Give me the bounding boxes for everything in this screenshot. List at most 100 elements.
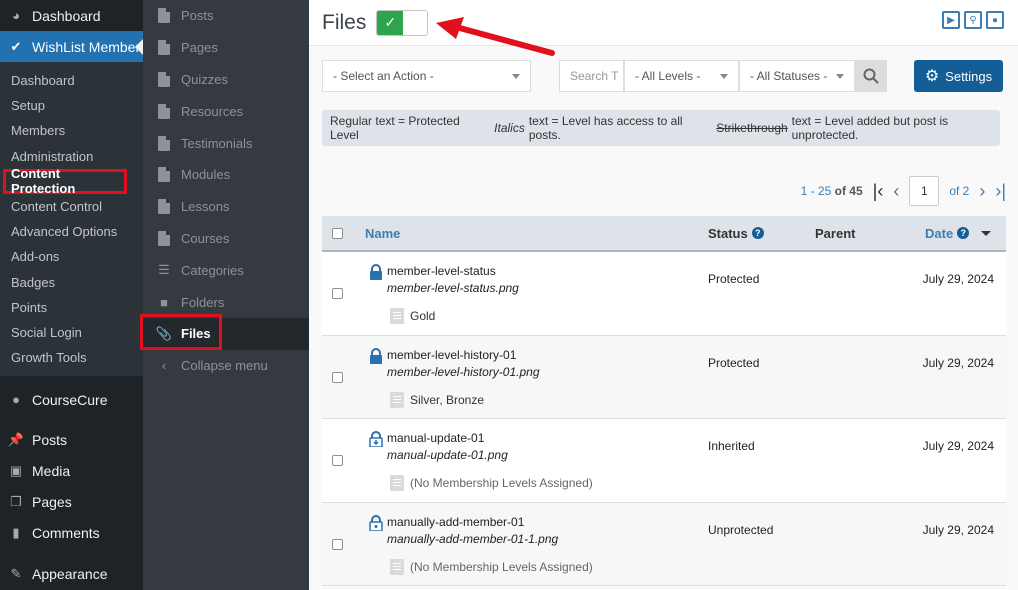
subnav-modules[interactable]: Modules	[143, 159, 309, 191]
row-filename: member-level-status.png	[387, 281, 519, 295]
header-name[interactable]: Name	[365, 226, 400, 241]
page-number-input[interactable]: 1	[909, 176, 940, 206]
row-date: July 29, 2024	[922, 522, 994, 537]
table-row: member-level-history-01 member-level-his…	[322, 335, 1006, 419]
row-title[interactable]: member-level-status	[387, 264, 496, 278]
row-filename: member-level-history-01.png	[387, 364, 540, 379]
submenu-setup[interactable]: Setup	[0, 93, 143, 118]
last-page-icon[interactable]: ›|	[995, 181, 1006, 202]
protection-toggle[interactable]: ✓	[376, 9, 429, 36]
media-icon: ▣	[9, 462, 23, 478]
page-range: 1 - 25	[800, 184, 832, 198]
select-all-checkbox[interactable]	[332, 227, 343, 239]
subnav-categories[interactable]: ☰ Categories	[143, 254, 309, 286]
row-checkbox[interactable]	[332, 371, 343, 383]
row-title[interactable]: manually-add-member-01	[387, 515, 524, 529]
menu-appearance[interactable]: ✎ Appearance	[0, 558, 143, 589]
table-row: manual-update-01 manual-update-01.png (N…	[322, 419, 1006, 503]
menu-posts[interactable]: 📌 Posts	[0, 424, 143, 455]
wishlist-icon: ✔	[10, 38, 22, 54]
filter-toolbar: - Select an Action - Search T - All Leve…	[322, 60, 1018, 92]
search-icon	[863, 68, 879, 84]
video-icon[interactable]: ▶	[942, 11, 960, 29]
document-icon	[155, 40, 173, 56]
user-icon[interactable]: ●	[986, 11, 1004, 29]
list-icon: ☰	[158, 262, 170, 278]
prev-page-icon[interactable]: ‹	[893, 181, 899, 202]
row-levels: (No Membership Levels Assigned)	[390, 475, 593, 491]
search-input[interactable]: Search T	[559, 60, 624, 92]
submenu-social-login[interactable]: Social Login	[0, 320, 143, 345]
document-icon	[155, 135, 173, 151]
row-date: July 29, 2024	[922, 355, 994, 370]
menu-media[interactable]: ▣ Media	[0, 455, 143, 486]
menu-wishlist-member[interactable]: ✔ WishList Member	[0, 31, 143, 62]
pagination: 1 - 25 of 45 |‹ ‹ 1 of 2 › ›|	[801, 175, 1006, 207]
row-status: Protected	[708, 355, 760, 370]
menu-coursecure[interactable]: ● CourseCure	[0, 384, 143, 415]
document-icon	[155, 71, 173, 87]
files-highlight-box	[140, 314, 222, 350]
first-page-icon[interactable]: |‹	[873, 181, 884, 202]
row-checkbox[interactable]	[332, 288, 343, 299]
subnav-testimonials[interactable]: Testimonials	[143, 127, 309, 159]
subnav-posts[interactable]: Posts	[143, 0, 309, 32]
action-select[interactable]: - Select an Action -	[322, 60, 531, 92]
page-total: of 45	[834, 184, 863, 198]
settings-button[interactable]: ⚙ Settings	[914, 60, 1003, 92]
folder-icon: ■	[160, 294, 168, 310]
submenu-badges[interactable]: Badges	[0, 270, 143, 295]
row-filename: manual-update-01.png	[387, 448, 508, 462]
menu-pages[interactable]: ❐ Pages	[0, 486, 143, 517]
collapse-menu[interactable]: ‹ Collapse menu	[143, 350, 309, 382]
submenu-add-ons[interactable]: Add-ons	[0, 244, 143, 269]
submenu-content-protection[interactable]: Content Protection	[3, 166, 127, 196]
pages-icon: ❐	[10, 493, 22, 509]
row-levels: Silver, Bronze	[390, 391, 484, 408]
document-icon	[155, 167, 173, 183]
dashboard-icon: ◕	[12, 8, 20, 23]
menu-dashboard[interactable]: ◕ Dashboard	[0, 0, 143, 31]
pin-icon: 📌	[7, 431, 25, 447]
submenu-administration[interactable]: Administration	[0, 144, 143, 169]
search-button[interactable]	[855, 60, 887, 92]
search-help-icon[interactable]: ⚲	[964, 11, 982, 29]
help-icon[interactable]: ?	[751, 227, 764, 239]
document-icon	[155, 103, 173, 119]
comments-icon: ▮	[12, 524, 20, 540]
row-status: Protected	[708, 272, 760, 286]
menu-comments[interactable]: ▮ Comments	[0, 517, 143, 548]
subnav-quizzes[interactable]: Quizzes	[143, 64, 309, 96]
files-table: Name Status? Parent Date? member-level-s…	[322, 216, 1006, 586]
submenu-members[interactable]: Members	[0, 118, 143, 143]
page-count: of 2	[949, 184, 970, 198]
subnav-pages[interactable]: Pages	[143, 32, 309, 64]
submenu-points[interactable]: Points	[0, 295, 143, 320]
levels-select[interactable]: - All Levels -	[624, 60, 739, 92]
next-page-icon[interactable]: ›	[979, 181, 985, 202]
subnav-lessons[interactable]: Lessons	[143, 191, 309, 223]
row-levels: Gold	[390, 308, 435, 324]
lock-icon	[370, 347, 382, 364]
content-type-nav: Posts Pages Quizzes Resources Testimonia…	[143, 0, 309, 590]
row-title[interactable]: manual-update-01	[387, 431, 484, 445]
row-title[interactable]: member-level-history-01	[387, 348, 516, 362]
submenu-advanced-options[interactable]: Advanced Options	[0, 219, 143, 244]
submenu-growth-tools[interactable]: Growth Tools	[0, 345, 143, 370]
submenu-content-control[interactable]: Content Control	[0, 194, 143, 219]
help-icon[interactable]: ?	[957, 227, 970, 239]
chevron-down-icon	[512, 74, 520, 79]
subnav-courses[interactable]: Courses	[143, 223, 309, 255]
subnav-resources[interactable]: Resources	[143, 95, 309, 127]
header-date[interactable]: Date?	[925, 226, 992, 241]
statuses-select[interactable]: - All Statuses -	[739, 60, 855, 92]
coursecure-icon: ●	[12, 392, 20, 408]
row-checkbox[interactable]	[332, 538, 343, 550]
submenu-dashboard[interactable]: Dashboard	[0, 68, 143, 93]
chevron-down-icon	[720, 74, 728, 79]
row-checkbox[interactable]	[332, 455, 343, 466]
page-header: Files ✓ ▶ ⚲ ●	[309, 0, 1018, 46]
document-icon	[155, 8, 173, 24]
table-row: manually-add-member-01 manually-add-memb…	[322, 502, 1006, 586]
table-row: member-level-status member-level-status.…	[322, 252, 1006, 336]
